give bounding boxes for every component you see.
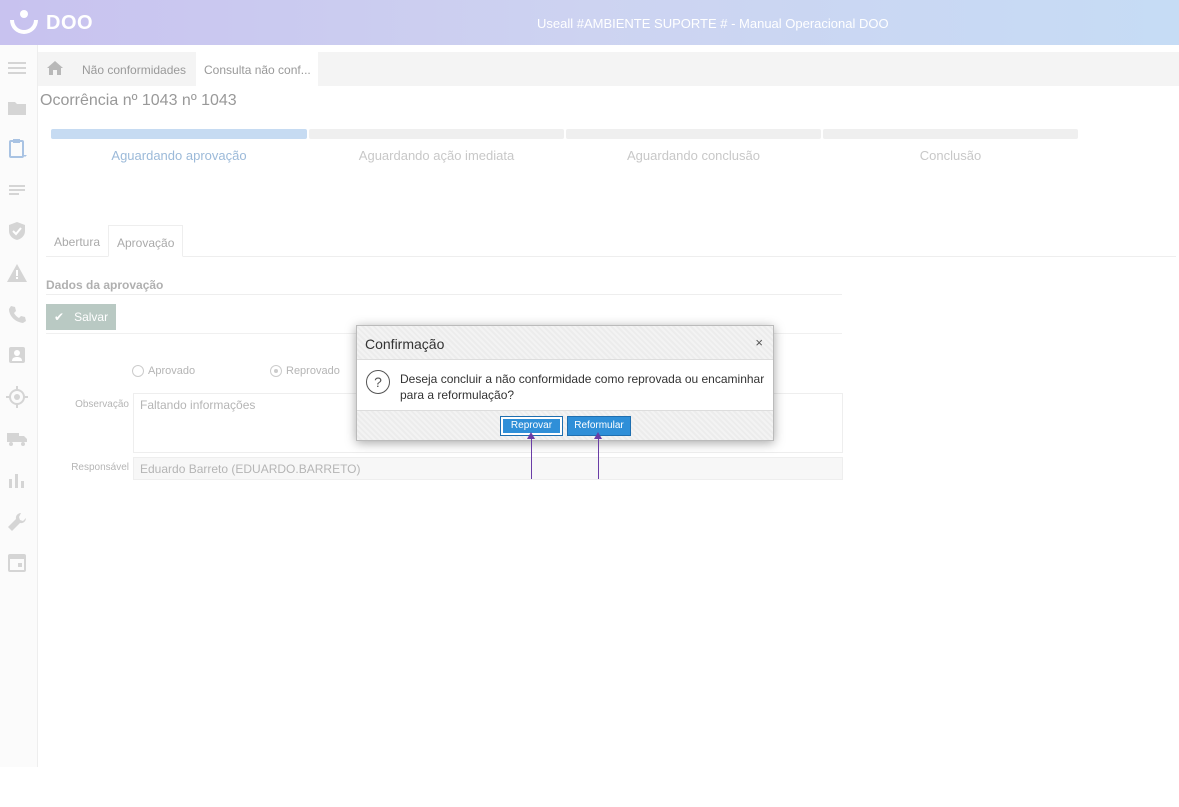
top-bar: DOO Useall #AMBIENTE SUPORTE # - Manual … [0,0,1179,45]
dialog-message: Deseja concluir a não conformidade como … [400,372,765,402]
radio-label: Aprovado [148,365,196,377]
annotation-arrowhead-reformular [594,432,602,439]
step-label-1: Aguardando aprovação [111,148,247,163]
tab-aprovacao[interactable]: Aprovação [108,225,184,257]
tab-abertura[interactable]: Abertura [46,225,108,257]
save-button[interactable]: ✔ Salvar [46,304,116,330]
window-title: Useall #AMBIENTE SUPORTE # - Manual Oper… [537,16,889,31]
save-button-label: Salvar [74,310,109,324]
step-bar-2 [309,129,564,139]
sidebar [0,45,38,767]
step-label-2: Aguardando ação imediata [358,148,515,163]
menu-icon[interactable] [6,57,28,79]
observacao-label: Observação [75,399,129,410]
step-label-4: Conclusão [919,148,982,163]
home-icon[interactable] [46,60,64,76]
question-icon: ? [366,370,390,394]
annotation-arrowhead-reprovar [527,432,535,439]
close-icon[interactable]: × [755,335,763,350]
responsavel-field[interactable]: Eduardo Barreto (EDUARDO.BARRETO) [133,457,843,480]
radio-circle-selected [270,365,282,377]
truck-icon[interactable] [6,427,28,449]
bar-chart-icon[interactable] [6,469,28,491]
list-icon[interactable] [6,179,28,201]
logo-text: DOO [46,11,94,34]
step-bar-3 [566,129,821,139]
warning-icon[interactable] [6,262,28,284]
shield-check-icon[interactable] [6,220,28,242]
radio-circle [132,365,144,377]
section-title: Dados da aprovação [46,278,164,292]
radio-reprovado[interactable]: Reprovado [270,365,340,377]
dialog-footer: Reprovar Reformular [357,410,773,440]
breadcrumb-consulta-tab[interactable]: Consulta não conf... [196,52,318,86]
target-icon[interactable] [6,386,28,408]
responsavel-label: Responsável [71,462,129,473]
clipboard-icon[interactable] [6,137,28,159]
folder-icon[interactable] [6,97,28,119]
phone-icon[interactable] [6,303,28,325]
annotation-arrow-reprovar [531,438,532,479]
section-divider [46,294,842,295]
annotation-arrow-reformular [598,438,599,479]
wrench-icon[interactable] [6,511,28,533]
app-logo[interactable]: DOO [8,10,93,36]
tab-strip-line [46,256,1176,257]
check-icon: ✔ [54,310,65,324]
dialog-header[interactable]: Confirmação × [357,326,773,360]
radio-aprovado[interactable]: Aprovado [132,365,195,377]
step-label-3: Aguardando conclusão [627,148,760,163]
doo-logo-icon [8,10,40,36]
breadcrumb-nao-conformidades[interactable]: Não conformidades [82,63,186,77]
confirmation-dialog: Confirmação × ? Deseja concluir a não co… [356,325,774,441]
step-bar-1 [51,129,307,139]
radio-label: Reprovado [286,365,340,377]
step-bar-4 [823,129,1078,139]
calendar-icon[interactable] [6,551,28,573]
dialog-title: Confirmação [365,336,445,352]
page-title: Ocorrência nº 1043 nº 1043 [40,92,237,109]
contact-card-icon[interactable] [6,344,28,366]
